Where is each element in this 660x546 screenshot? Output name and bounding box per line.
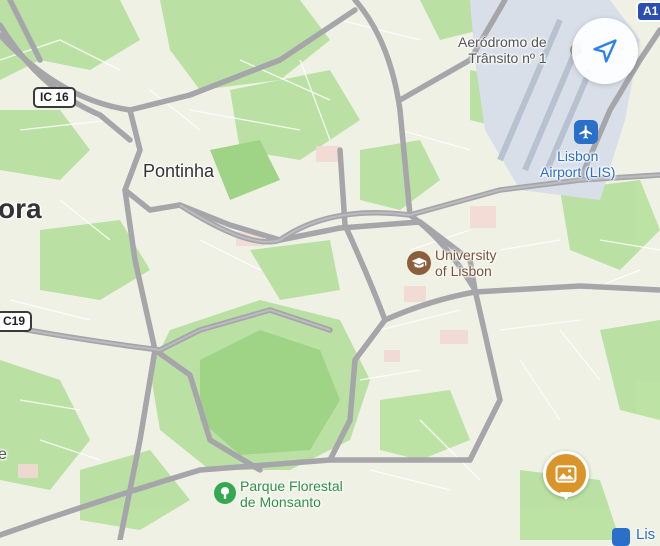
park-label-line1: Parque Florestal [240, 478, 343, 494]
photo-pin-tail [560, 492, 572, 500]
tree-icon [220, 487, 230, 499]
route-shield-ic16: IC 16 [33, 87, 76, 108]
edge-label-e: e [0, 446, 7, 463]
edge-label-lis: Lis [636, 526, 656, 543]
pontinha-label[interactable]: Pontinha [143, 161, 214, 182]
locate-button[interactable] [572, 18, 638, 84]
photo-pin-button[interactable] [543, 451, 589, 497]
aerodromo-label-line1: Aeródromo de [458, 34, 547, 50]
university-marker[interactable] [407, 251, 431, 275]
amadora-label[interactable]: ora [0, 193, 42, 225]
aerodromo-label-line2: Trânsito nº 1 [468, 50, 547, 66]
airplane-icon [579, 125, 592, 139]
route-shield-ic19: C19 [0, 311, 33, 332]
airport-label-line2: Airport (LIS) [540, 164, 616, 180]
graduation-cap-icon [411, 257, 427, 268]
aerodromo-label[interactable]: Aeródromo de Trânsito nº 1 [458, 34, 547, 66]
university-label-line2: of Lisbon [435, 263, 492, 279]
park-marker[interactable] [214, 482, 236, 504]
airport-label[interactable]: Lisbon Airport (LIS) [540, 148, 615, 180]
university-label[interactable]: University of Lisbon [435, 247, 496, 279]
route-shield-a1: A1 [636, 1, 660, 22]
park-label-line2: de Monsanto [240, 494, 321, 510]
airport-label-line1: Lisbon [557, 148, 599, 164]
airport-marker[interactable] [574, 120, 598, 144]
edge-lis-marker[interactable] [612, 528, 630, 546]
location-arrow-icon [593, 39, 617, 63]
park-label[interactable]: Parque Florestal de Monsanto [240, 478, 343, 510]
university-label-line1: University [435, 247, 497, 263]
photo-icon [555, 465, 577, 483]
